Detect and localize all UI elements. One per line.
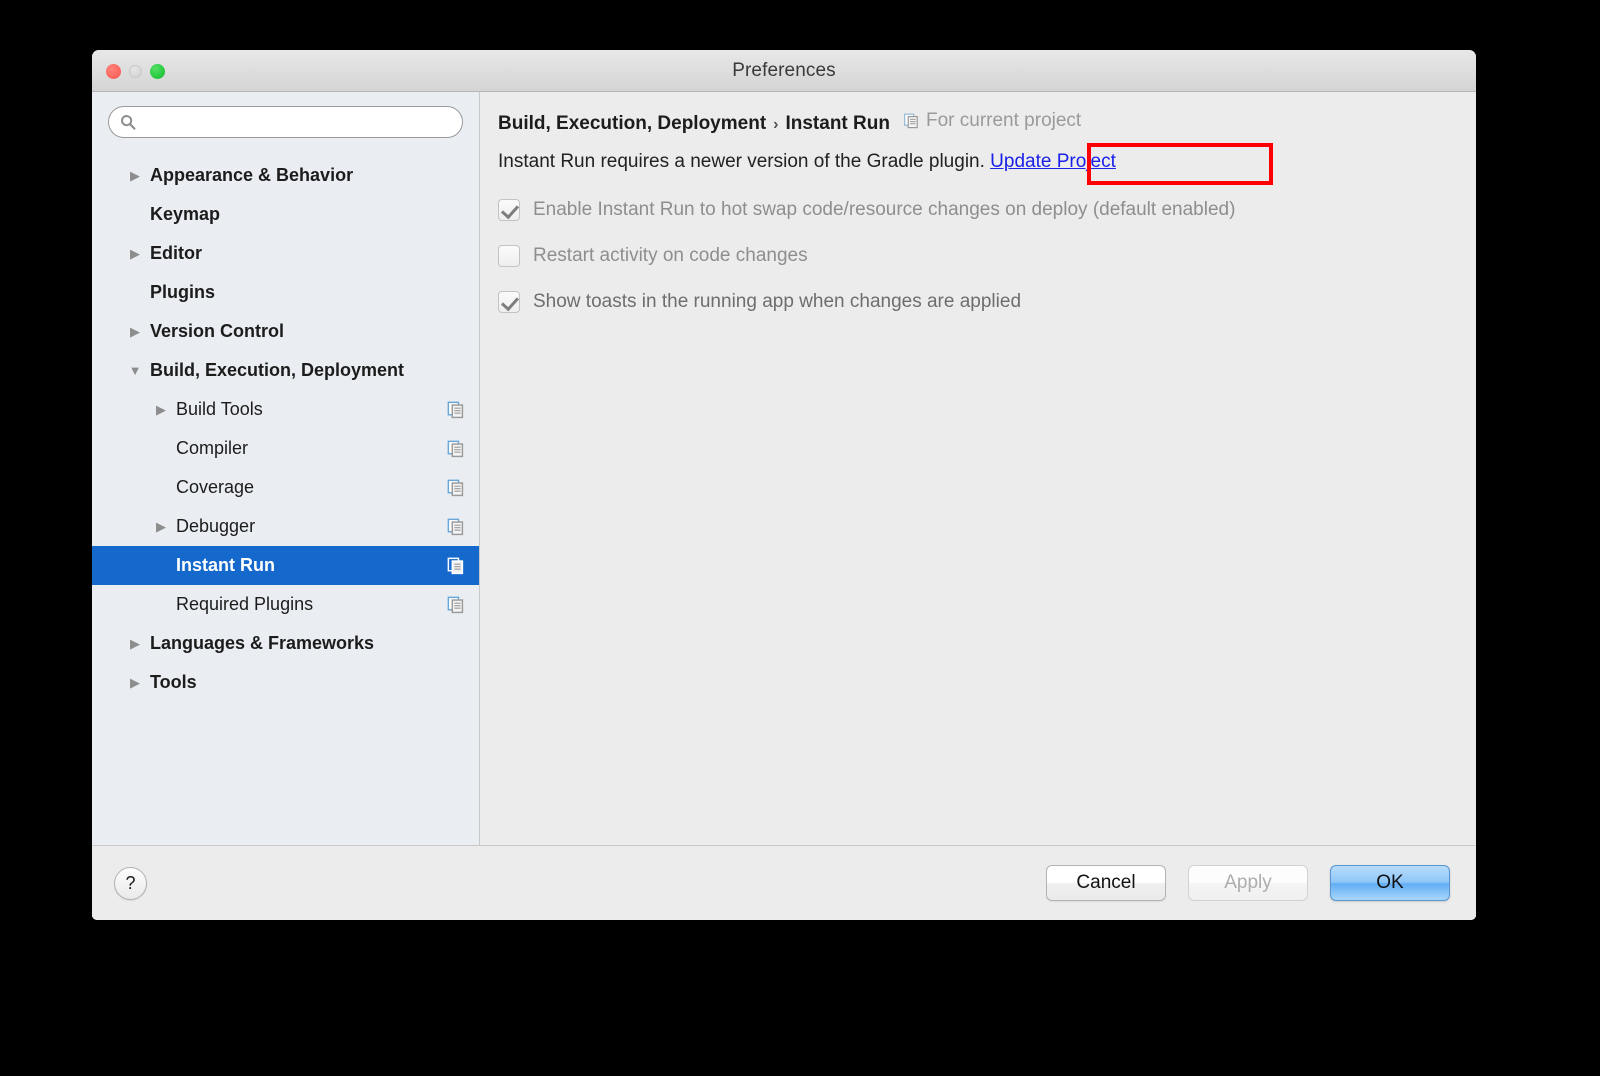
sidebar-item-label: Compiler <box>176 438 249 458</box>
sidebar-item-build-tools[interactable]: ▶ Build Tools <box>92 390 479 429</box>
sidebar-item-appearance-behavior[interactable]: ▶ Appearance & Behavior <box>92 156 479 195</box>
sidebar-item-label: Build Tools <box>176 399 263 419</box>
project-scope-icon <box>447 596 464 613</box>
sidebar-item-label: Coverage <box>176 477 255 497</box>
notice-text: Instant Run requires a newer version of … <box>498 151 985 172</box>
checkbox-label: Restart activity on code changes <box>533 245 808 266</box>
chevron-right-icon[interactable]: ▶ <box>120 676 150 689</box>
sidebar-item-build-execution-deployment[interactable]: ▼ Build, Execution, Deployment <box>92 351 479 390</box>
checkbox-row[interactable]: Show toasts in the running app when chan… <box>498 279 1456 325</box>
project-scope-icon <box>447 596 465 614</box>
project-scope-icon <box>447 401 465 419</box>
sidebar-item-label: Languages & Frameworks <box>150 633 375 653</box>
settings-panel: Build, Execution, Deployment › Instant R… <box>480 92 1476 845</box>
checkbox-label: Enable Instant Run to hot swap code/reso… <box>533 199 1236 220</box>
dialog-body: ▶Appearance & Behavior▶Keymap▶Editor▶Plu… <box>92 92 1476 845</box>
sidebar-item-debugger[interactable]: ▶ Debugger <box>92 507 479 546</box>
checkbox-row[interactable]: Enable Instant Run to hot swap code/reso… <box>498 187 1456 233</box>
search-field[interactable] <box>108 106 463 138</box>
sidebar-item-tools[interactable]: ▶ Tools <box>92 663 479 702</box>
breadcrumb-current: Instant Run <box>785 113 890 134</box>
checkbox-2[interactable] <box>498 245 520 267</box>
close-button[interactable] <box>106 63 121 79</box>
title-bar: Preferences <box>92 50 1476 92</box>
project-scope-icon <box>447 557 464 574</box>
search-icon <box>121 115 136 130</box>
checkbox-group: Enable Instant Run to hot swap code/reso… <box>498 187 1456 325</box>
sidebar-item-label: Plugins <box>150 282 216 302</box>
sidebar-item-editor[interactable]: ▶ Editor <box>92 234 479 273</box>
chevron-right-icon[interactable]: ▶ <box>120 637 150 650</box>
chevron-right-icon[interactable]: ▶ <box>120 325 150 338</box>
cancel-button[interactable]: Cancel <box>1046 865 1166 901</box>
chevron-right-icon[interactable]: ▶ <box>120 169 150 182</box>
search-input[interactable] <box>143 113 437 131</box>
sidebar-item-plugins[interactable]: ▶Plugins <box>92 273 479 312</box>
project-scope-icon <box>447 518 465 536</box>
sidebar-item-instant-run[interactable]: ▶Instant Run <box>92 546 479 585</box>
help-button[interactable]: ? <box>114 866 147 900</box>
settings-sidebar: ▶Appearance & Behavior▶Keymap▶Editor▶Plu… <box>92 92 480 845</box>
breadcrumb: Build, Execution, Deployment › Instant R… <box>498 110 1456 135</box>
project-scope-icon <box>447 518 464 535</box>
breadcrumb-separator: › <box>773 116 779 133</box>
sidebar-item-label: Editor <box>150 243 202 263</box>
sidebar-item-required-plugins[interactable]: ▶Required Plugins <box>92 585 479 624</box>
window-controls <box>106 50 165 92</box>
sidebar-item-languages-frameworks[interactable]: ▶ Languages & Frameworks <box>92 624 479 663</box>
chevron-right-icon[interactable]: ▶ <box>146 520 176 533</box>
project-scope-icon <box>447 479 465 497</box>
chevron-down-icon[interactable]: ▼ <box>120 364 150 377</box>
apply-button[interactable]: Apply <box>1188 865 1308 901</box>
sidebar-item-coverage[interactable]: ▶Coverage <box>92 468 479 507</box>
search-container <box>92 92 479 146</box>
project-scope-icon <box>447 557 465 575</box>
checkbox-row[interactable]: Restart activity on code changes <box>498 233 1456 279</box>
project-scope-icon <box>447 440 465 458</box>
dialog-footer: ? Cancel Apply OK <box>92 845 1476 920</box>
ok-button[interactable]: OK <box>1330 865 1450 901</box>
sidebar-item-keymap[interactable]: ▶Keymap <box>92 195 479 234</box>
scope-indicator: For current project <box>904 110 1081 132</box>
checkbox-1[interactable] <box>498 199 520 221</box>
update-project-link[interactable]: Update Project <box>990 151 1116 172</box>
settings-tree: ▶Appearance & Behavior▶Keymap▶Editor▶Plu… <box>92 146 479 845</box>
footer-buttons: Cancel Apply OK <box>1046 865 1450 901</box>
project-scope-icon <box>447 401 464 418</box>
sidebar-item-label: Keymap <box>150 204 221 224</box>
sidebar-item-compiler[interactable]: ▶Compiler <box>92 429 479 468</box>
maximize-button[interactable] <box>150 63 165 79</box>
sidebar-item-label: Debugger <box>176 516 256 536</box>
project-scope-icon <box>904 113 918 129</box>
sidebar-item-label: Required Plugins <box>176 594 314 614</box>
sidebar-item-version-control[interactable]: ▶ Version Control <box>92 312 479 351</box>
sidebar-item-label: Build, Execution, Deployment <box>150 360 405 380</box>
scope-label: For current project <box>925 110 1082 131</box>
checkbox-label: Show toasts in the running app when chan… <box>533 291 1022 312</box>
checkbox-3[interactable] <box>498 291 520 313</box>
sidebar-item-label: Version Control <box>150 321 285 341</box>
sidebar-item-label: Instant Run <box>176 555 275 575</box>
chevron-right-icon[interactable]: ▶ <box>146 403 176 416</box>
sidebar-item-label: Appearance & Behavior <box>150 165 354 185</box>
window-title: Preferences <box>732 59 836 81</box>
project-scope-icon <box>447 479 464 496</box>
preferences-window: Preferences ▶Appearance & Behavior▶Keyma… <box>92 50 1476 920</box>
gradle-plugin-notice: Instant Run requires a newer version of … <box>498 151 1116 173</box>
breadcrumb-parent[interactable]: Build, Execution, Deployment <box>498 113 766 135</box>
project-scope-icon <box>447 440 464 457</box>
minimize-button[interactable] <box>129 64 142 78</box>
chevron-right-icon[interactable]: ▶ <box>120 247 150 260</box>
sidebar-item-label: Tools <box>150 672 197 692</box>
